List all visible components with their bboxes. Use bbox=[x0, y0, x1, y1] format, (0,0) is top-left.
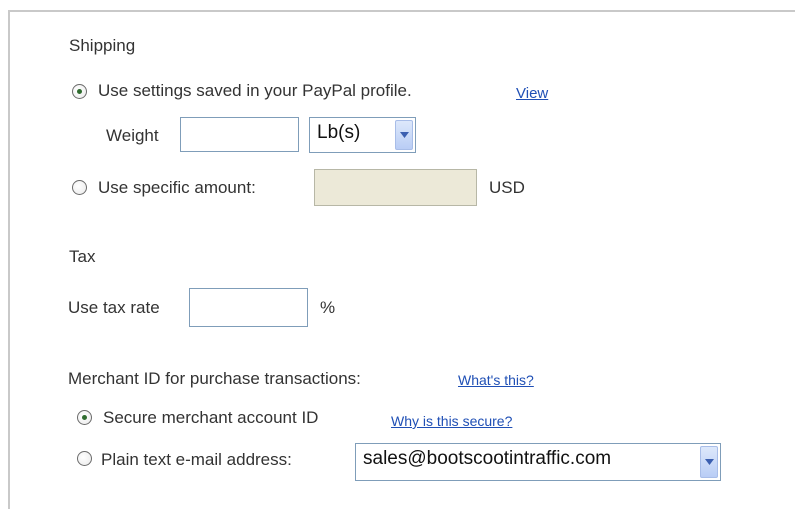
merchant-id-heading: Merchant ID for purchase transactions: bbox=[68, 369, 361, 388]
specific-amount-input[interactable] bbox=[314, 169, 477, 206]
email-select[interactable]: sales@bootscootintraffic.com bbox=[355, 443, 721, 481]
shipping-profile-label: Use settings saved in your PayPal profil… bbox=[98, 81, 412, 100]
secure-merchant-radio[interactable] bbox=[77, 410, 92, 425]
shipping-profile-radio[interactable] bbox=[72, 84, 87, 99]
plain-email-radio[interactable] bbox=[77, 451, 92, 466]
weight-unit-value: Lb(s) bbox=[317, 122, 361, 143]
plain-email-label: Plain text e-mail address: bbox=[101, 450, 292, 469]
weight-unit-select[interactable]: Lb(s) bbox=[309, 117, 416, 153]
tax-heading: Tax bbox=[69, 247, 96, 266]
whats-this-link[interactable]: What's this? bbox=[458, 372, 534, 388]
shipping-heading: Shipping bbox=[69, 36, 136, 55]
weight-label: Weight bbox=[106, 126, 159, 145]
shipping-view-link[interactable]: View bbox=[516, 85, 548, 102]
currency-label: USD bbox=[489, 178, 525, 197]
shipping-specific-label: Use specific amount: bbox=[98, 178, 256, 197]
shipping-specific-radio[interactable] bbox=[72, 180, 87, 195]
email-select-value: sales@bootscootintraffic.com bbox=[363, 448, 612, 469]
why-secure-link[interactable]: Why is this secure? bbox=[391, 413, 512, 429]
tax-rate-label: Use tax rate bbox=[68, 298, 160, 317]
tax-rate-input[interactable] bbox=[189, 288, 308, 327]
secure-merchant-label: Secure merchant account ID bbox=[103, 408, 319, 427]
chevron-down-icon[interactable] bbox=[395, 120, 413, 150]
tax-percent-label: % bbox=[320, 298, 336, 317]
weight-input[interactable] bbox=[180, 117, 299, 152]
chevron-down-icon[interactable] bbox=[700, 446, 718, 478]
